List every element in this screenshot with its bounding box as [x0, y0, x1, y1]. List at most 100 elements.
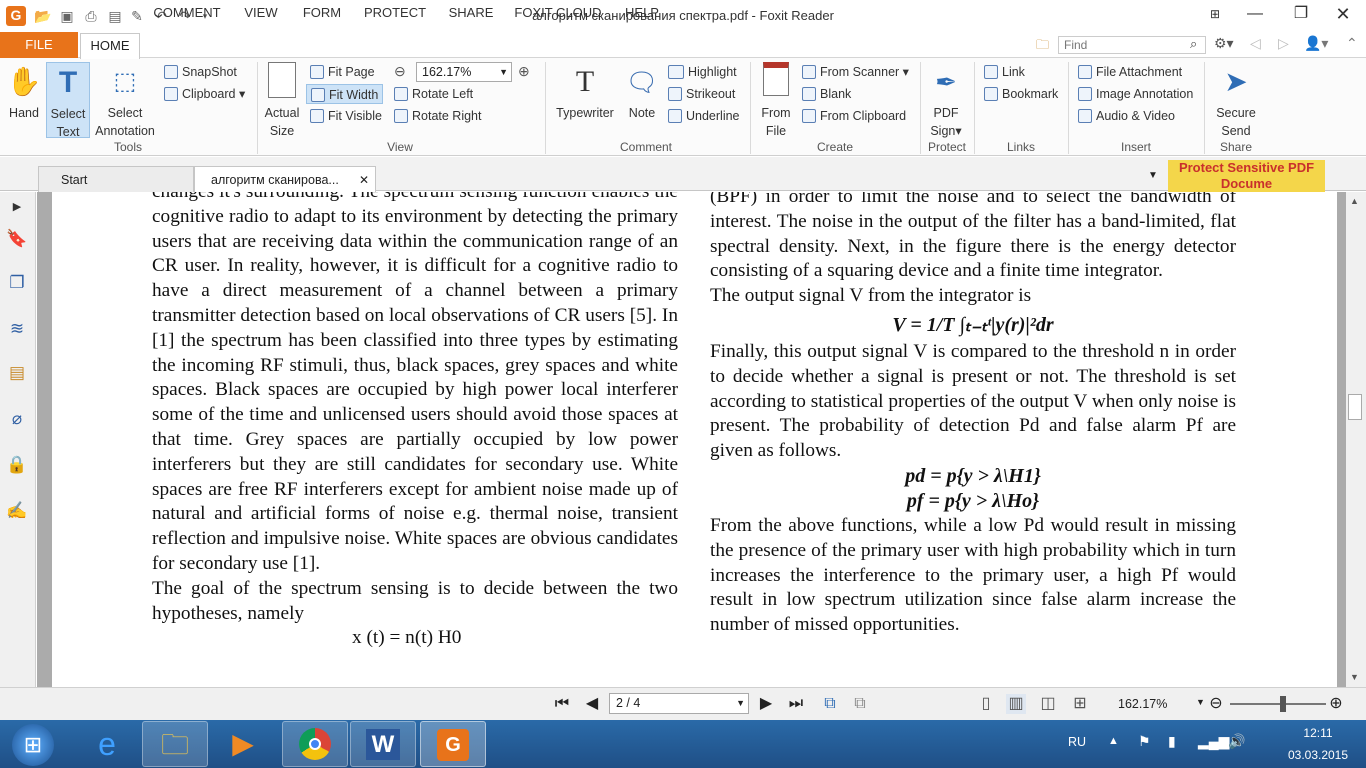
- signatures-panel-icon[interactable]: ✍: [6, 500, 28, 522]
- rotate-right-button[interactable]: Rotate Right: [394, 106, 481, 126]
- volume-icon[interactable]: 🔊: [1228, 733, 1245, 750]
- tab-share[interactable]: SHARE: [442, 4, 500, 26]
- gear-icon[interactable]: ⚙▾: [1214, 35, 1234, 52]
- zoom-in-icon[interactable]: ⊕: [518, 63, 530, 80]
- highlight-button[interactable]: Highlight: [668, 62, 737, 82]
- media-player-icon[interactable]: ▶: [210, 721, 276, 767]
- facing-page-icon[interactable]: ◫: [1038, 694, 1058, 714]
- tab-comment[interactable]: COMMENT: [148, 4, 226, 26]
- show-hidden-icons-icon[interactable]: ▲: [1108, 735, 1119, 747]
- prev-result-icon[interactable]: ◁: [1250, 35, 1261, 52]
- next-view-icon[interactable]: ⧉: [850, 694, 870, 714]
- continuous-facing-icon[interactable]: ⊞: [1070, 694, 1090, 714]
- chrome-icon[interactable]: [282, 721, 348, 767]
- word-icon[interactable]: W: [350, 721, 416, 767]
- page-number-input[interactable]: 2 / 4 ▼: [609, 693, 749, 714]
- first-page-icon[interactable]: ⏮: [552, 694, 572, 714]
- protect-banner[interactable]: Protect Sensitive PDF Docume: [1168, 160, 1325, 192]
- continuous-page-icon[interactable]: ▥: [1006, 694, 1026, 714]
- expand-pane-icon[interactable]: ▶: [6, 196, 28, 218]
- find-input[interactable]: Find: [1058, 36, 1206, 54]
- collapse-ribbon-icon[interactable]: ⌃: [1346, 35, 1358, 52]
- select-text-button[interactable]: T Select Text: [46, 62, 90, 139]
- single-page-icon[interactable]: ▯: [976, 694, 996, 714]
- tabs-dropdown-icon[interactable]: ▼: [1148, 170, 1158, 181]
- close-button[interactable]: ✕: [1320, 0, 1366, 28]
- last-page-icon[interactable]: ⏭: [786, 694, 806, 714]
- select-annotation-button[interactable]: ⬚ Select Annotation: [92, 62, 158, 138]
- find-folder-icon[interactable]: 🗀: [1036, 36, 1054, 54]
- scroll-up-icon[interactable]: ▲: [1350, 196, 1359, 206]
- maximize-button[interactable]: ❐: [1278, 0, 1324, 28]
- audio-video-button[interactable]: Audio & Video: [1078, 106, 1175, 126]
- tab-home[interactable]: HOME: [80, 33, 140, 59]
- hand-tool-button[interactable]: ✋ Hand: [2, 62, 46, 138]
- previous-view-icon[interactable]: ⧉: [820, 694, 840, 714]
- tab-view[interactable]: VIEW: [236, 4, 286, 26]
- fit-page-button[interactable]: Fit Page: [310, 62, 375, 82]
- bookmark-panel-icon[interactable]: 🔖: [6, 228, 28, 250]
- file-attachment-button[interactable]: File Attachment: [1078, 62, 1182, 82]
- typewriter-button[interactable]: T Typewriter: [552, 62, 618, 138]
- zoom-dropdown-icon[interactable]: ▼: [1196, 697, 1205, 707]
- pdf-page[interactable]: changes it's surrounding. The spectrum s…: [52, 192, 1337, 687]
- action-center-icon[interactable]: ⚑: [1138, 733, 1151, 750]
- from-file-button[interactable]: From File: [756, 62, 796, 138]
- clock-time[interactable]: 12:11: [1288, 726, 1348, 740]
- underline-button[interactable]: Underline: [668, 106, 740, 126]
- layers-panel-icon[interactable]: ≋: [6, 318, 28, 340]
- start-button[interactable]: ⊞: [12, 724, 54, 766]
- fit-width-button[interactable]: Fit Width: [306, 84, 384, 104]
- security-lock-icon[interactable]: 🔒: [6, 454, 28, 476]
- tab-protect[interactable]: PROTECT: [356, 4, 434, 26]
- pages-panel-icon[interactable]: ❐: [6, 272, 28, 294]
- snapshot-button[interactable]: SnapShot: [164, 62, 237, 82]
- network-signal-icon[interactable]: ▂▄▆: [1198, 733, 1229, 750]
- search-icon[interactable]: ⌕: [1190, 36, 1197, 52]
- blank-button[interactable]: Blank: [802, 84, 851, 104]
- scroll-down-icon[interactable]: ▼: [1350, 672, 1359, 682]
- language-indicator[interactable]: RU: [1068, 735, 1086, 749]
- secure-send-button[interactable]: ➤ Secure Send: [1208, 62, 1264, 138]
- tab-form[interactable]: FORM: [296, 4, 348, 26]
- next-page-icon[interactable]: ▶: [756, 694, 776, 714]
- tab-help[interactable]: HELP: [618, 4, 666, 26]
- strikeout-button[interactable]: Strikeout: [668, 84, 735, 104]
- zoom-out-icon[interactable]: ⊖: [1206, 694, 1226, 714]
- scroll-thumb[interactable]: [1348, 394, 1362, 420]
- zoom-in-icon[interactable]: ⊕: [1326, 694, 1346, 714]
- note-button[interactable]: 🗨 Note: [622, 62, 662, 138]
- from-clipboard-button[interactable]: From Clipboard: [802, 106, 906, 126]
- user-icon[interactable]: 👤▾: [1304, 35, 1328, 52]
- tab-document[interactable]: алгоритм сканирова... ✕: [194, 166, 376, 192]
- attachments-panel-icon[interactable]: ⌀: [6, 408, 28, 430]
- explorer-icon[interactable]: 🗀: [142, 721, 208, 767]
- image-annotation-button[interactable]: Image Annotation: [1078, 84, 1193, 104]
- tab-foxit-cloud[interactable]: FOXIT CLOUD: [508, 4, 608, 26]
- link-button[interactable]: Link: [984, 62, 1025, 82]
- bookmark-button[interactable]: Bookmark: [984, 84, 1058, 104]
- prev-page-icon[interactable]: ◀: [582, 694, 602, 714]
- zoom-slider-thumb[interactable]: [1280, 696, 1286, 712]
- tab-start[interactable]: Start: [38, 166, 194, 192]
- vertical-scrollbar[interactable]: [1346, 192, 1366, 687]
- rotate-left-button[interactable]: Rotate Left: [394, 84, 473, 104]
- pdf-sign-button[interactable]: ✒ PDF Sign▾: [924, 62, 968, 138]
- zoom-select[interactable]: 162.17% ▼: [416, 62, 512, 82]
- zoom-slider[interactable]: [1230, 703, 1326, 705]
- zoom-level[interactable]: 162.17%: [1118, 697, 1167, 711]
- ribbon-layout-icon[interactable]: ⊞: [1200, 0, 1230, 28]
- close-tab-icon[interactable]: ✕: [359, 167, 369, 193]
- device-icon[interactable]: ▮: [1168, 733, 1176, 750]
- clipboard-button[interactable]: Clipboard ▾: [164, 84, 245, 104]
- clock-date[interactable]: 03.03.2015: [1276, 748, 1360, 762]
- zoom-out-icon[interactable]: ⊖: [394, 63, 406, 80]
- next-result-icon[interactable]: ▷: [1278, 35, 1289, 52]
- foxit-taskbar-icon[interactable]: G: [420, 721, 486, 767]
- from-scanner-button[interactable]: From Scanner ▾: [802, 62, 909, 82]
- comments-panel-icon[interactable]: ▤: [6, 362, 28, 384]
- tab-file[interactable]: FILE: [0, 32, 78, 58]
- actual-size-button[interactable]: Actual Size: [260, 62, 304, 138]
- fit-visible-button[interactable]: Fit Visible: [310, 106, 382, 126]
- minimize-button[interactable]: —: [1232, 0, 1278, 28]
